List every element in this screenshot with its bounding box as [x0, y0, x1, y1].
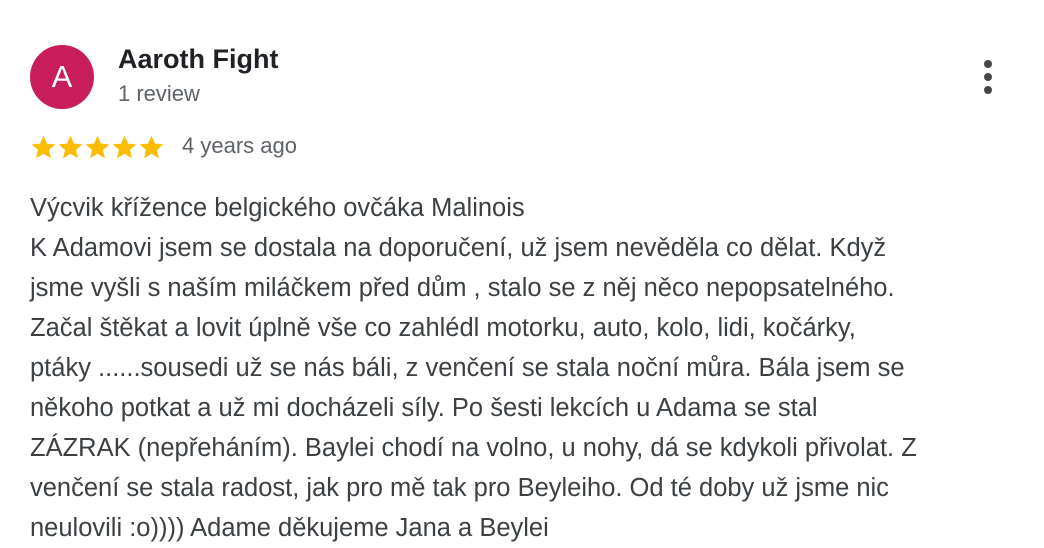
review-text-line: venčení se stala radost, jak pro mě tak … — [30, 474, 889, 502]
review-text-line: Výcvik křížence belgického ovčáka Malino… — [30, 194, 525, 222]
more-options-button[interactable] — [970, 56, 1006, 98]
avatar-letter: A — [51, 59, 73, 94]
review-text-line: neulovili :o)))) Adame děkujeme Jana a B… — [30, 514, 549, 542]
star-icon — [139, 135, 164, 158]
more-vert-icon — [984, 60, 992, 94]
review-text-line: ZÁZRAK (nepřeháním). Baylei chodí na vol… — [30, 434, 917, 462]
review-text-line: Začal štěkat a lovit úplně vše co zahléd… — [30, 314, 856, 342]
star-icon — [112, 135, 137, 158]
review-card: A Aaroth Fight 1 review 4 years ago Výcv… — [0, 0, 1044, 546]
review-text-line: jsme vyšli s naším miláčkem před dům , s… — [30, 274, 895, 302]
star-icon — [58, 135, 83, 158]
review-text-line: K Adamovi jsem se dostala na doporučení,… — [30, 234, 887, 262]
star-icon — [31, 135, 56, 158]
review-text-line: někoho potkat a už mi docházeli síly. Po… — [30, 394, 818, 422]
review-text-line: ptáky ......sousedi už se nás báli, z ve… — [30, 354, 905, 382]
star-rating — [30, 132, 165, 162]
review-date: 4 years ago — [182, 133, 297, 158]
review-count[interactable]: 1 review — [118, 81, 200, 107]
star-icon — [85, 135, 110, 158]
author-name[interactable]: Aaroth Fight — [118, 44, 278, 75]
review-text: Výcvik křížence belgického ovčáka Malino… — [30, 188, 1015, 548]
avatar[interactable]: A — [30, 45, 94, 109]
